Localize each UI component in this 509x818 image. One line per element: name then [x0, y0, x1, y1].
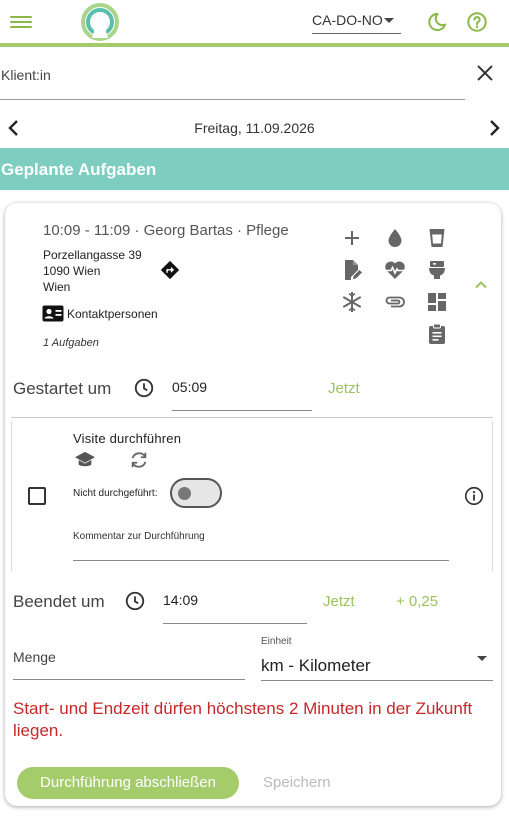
end-now-button[interactable]: Jetzt — [323, 593, 355, 610]
menu-icon[interactable] — [10, 13, 32, 33]
water-drop-icon[interactable] — [383, 226, 407, 250]
unit-select[interactable]: Einheit km - Kilometer — [261, 633, 493, 681]
help-icon[interactable] — [466, 11, 488, 33]
address: Porzellangasse 39 1090 Wien Wien — [43, 247, 142, 295]
app-logo — [81, 3, 119, 41]
directions-icon[interactable] — [159, 259, 181, 281]
repeat-icon[interactable] — [128, 450, 150, 470]
clock-icon — [134, 378, 154, 398]
error-message: Start- und Endzeit dürfen höchstens 2 Mi… — [13, 699, 473, 740]
current-date: Freitag, 11.09.2026 — [194, 120, 315, 136]
close-icon[interactable] — [474, 62, 496, 84]
not-done-label: Nicht durchgeführt: — [73, 488, 158, 499]
unit-label: Einheit — [261, 636, 292, 647]
clock-icon — [125, 591, 145, 611]
unit-value: km - Kilometer — [261, 656, 371, 675]
client-field[interactable] — [0, 52, 465, 100]
section-header: Geplante Aufgaben — [0, 148, 509, 190]
add-icon[interactable] — [340, 226, 364, 250]
add-quarter-hour-button[interactable]: + 0,25 — [396, 593, 438, 610]
clipboard-icon[interactable] — [425, 322, 449, 346]
dropdown-caret-icon — [477, 656, 487, 661]
start-time-field[interactable] — [172, 369, 312, 411]
contacts-label: Kontaktpersonen — [67, 307, 158, 321]
section-title: Geplante Aufgaben — [1, 160, 157, 179]
comment-input[interactable] — [73, 531, 449, 542]
dashboard-icon[interactable] — [425, 290, 449, 314]
chevron-right-icon[interactable] — [486, 119, 502, 137]
not-done-toggle[interactable] — [170, 478, 222, 508]
contact-card-icon — [42, 305, 64, 322]
attachment-icon[interactable] — [383, 290, 407, 314]
heart-pulse-icon[interactable] — [383, 258, 407, 282]
org-select[interactable]: CA-DO-NO — [312, 12, 401, 34]
end-time-input[interactable] — [163, 592, 307, 608]
toggle-knob — [178, 487, 191, 500]
appointment-title: 10:09 - 11:09 · Georg Bartas · Pflege — [43, 222, 289, 239]
document-edit-icon[interactable] — [340, 258, 364, 282]
finish-button[interactable]: Durchführung abschließen — [17, 767, 239, 799]
org-select-value: CA-DO-NO — [312, 12, 383, 28]
amount-field[interactable] — [13, 640, 245, 680]
start-time-input[interactable] — [172, 379, 312, 395]
moon-icon[interactable] — [426, 11, 448, 33]
app-header: CA-DO-NO — [0, 0, 509, 47]
address-street: Porzellangasse 39 — [43, 248, 142, 262]
graduation-cap-icon — [75, 451, 95, 467]
end-label: Beendet um — [13, 592, 105, 611]
comment-field[interactable] — [73, 527, 449, 561]
task-name: Visite durchführen — [73, 431, 182, 446]
snowflake-icon[interactable] — [340, 290, 364, 314]
task-checkbox[interactable] — [28, 487, 46, 505]
address-city: 1090 Wien — [43, 264, 101, 278]
start-label: Gestartet um — [13, 379, 112, 398]
chevron-up-icon[interactable] — [472, 276, 490, 294]
task-count: 1 Aufgaben — [43, 337, 99, 349]
info-icon[interactable] — [463, 485, 485, 507]
end-time-field[interactable] — [163, 582, 307, 624]
divider — [11, 417, 493, 418]
cup-icon[interactable] — [425, 226, 449, 250]
dropdown-caret-icon — [384, 18, 394, 23]
toilet-icon[interactable] — [425, 258, 449, 282]
date-navigation: Freitag, 11.09.2026 — [0, 113, 509, 143]
task-card: 10:09 - 11:09 · Georg Bartas · Pflege Po… — [5, 203, 501, 806]
start-now-button[interactable]: Jetzt — [328, 380, 360, 397]
client-input[interactable] — [1, 67, 441, 83]
amount-input[interactable] — [13, 649, 233, 665]
save-button[interactable]: Speichern — [263, 774, 331, 791]
address-region: Wien — [43, 280, 71, 294]
